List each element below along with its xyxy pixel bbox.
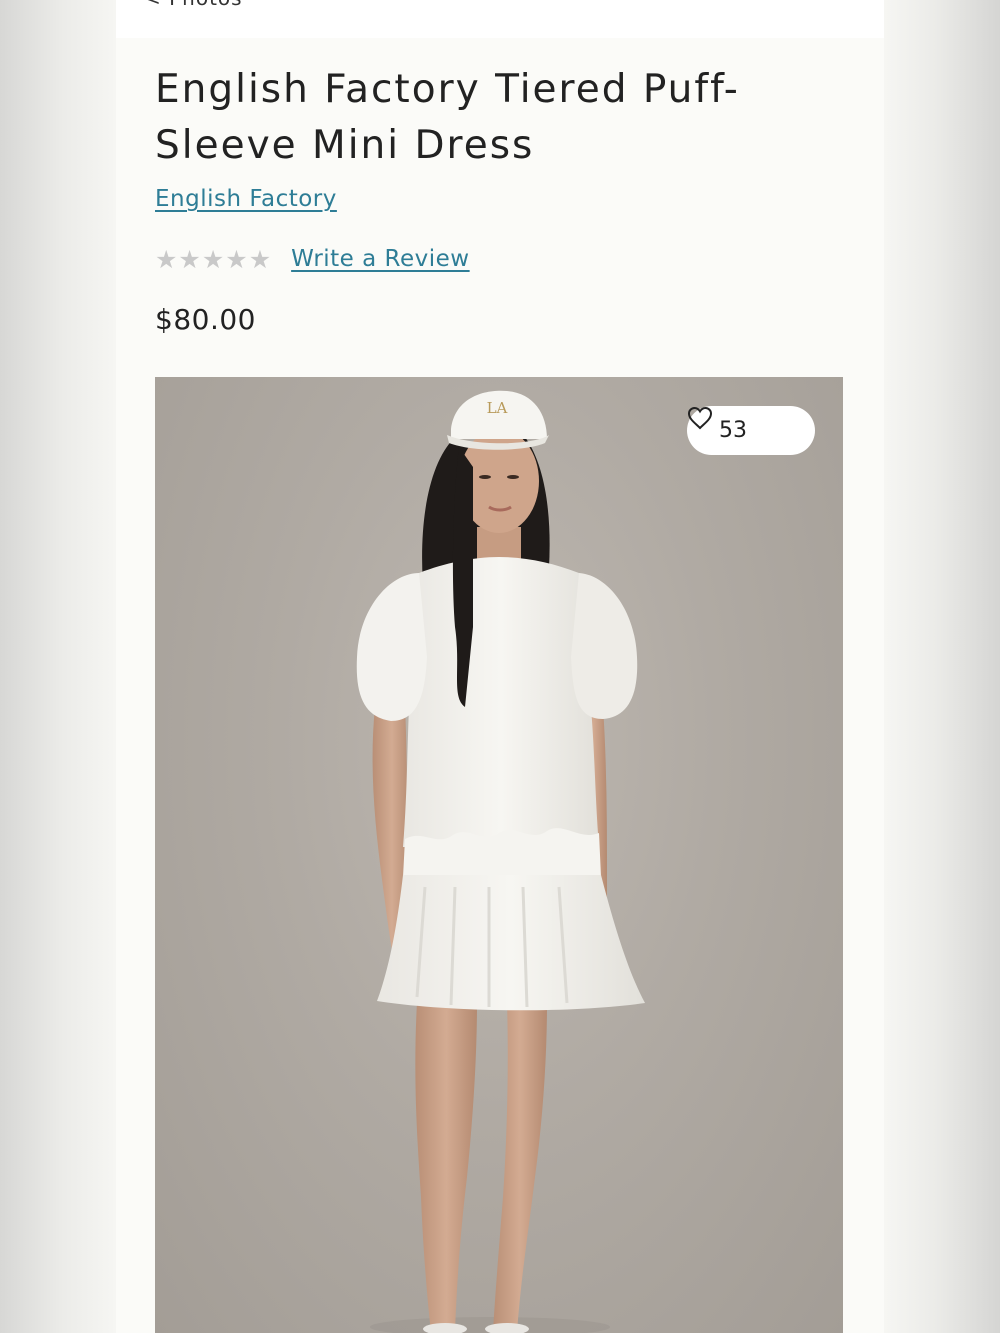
brand-link[interactable]: English Factory xyxy=(155,186,337,212)
rating-stars: ★ ★ ★ ★ ★ xyxy=(155,247,271,272)
star-icon: ★ xyxy=(178,244,201,274)
star-icon: ★ xyxy=(201,244,225,274)
product-price: $80.00 xyxy=(155,303,256,336)
cap-logo: LA xyxy=(487,399,508,417)
top-nav-strip: < Photos xyxy=(116,0,884,38)
heart-icon xyxy=(687,406,783,443)
product-title: English Factory Tiered Puff-Sleeve Mini … xyxy=(155,67,740,168)
favorite-count: 53 xyxy=(719,418,747,443)
background-blur-right xyxy=(884,0,1000,1333)
background-blur-left xyxy=(0,0,116,1333)
star-icon: ★ xyxy=(248,244,272,274)
product-card: < Photos English Factory Tiered Puff-Sle… xyxy=(116,0,884,1333)
write-review-link[interactable]: Write a Review xyxy=(291,246,470,272)
rating-row: ★ ★ ★ ★ ★ Write a Review xyxy=(155,242,470,276)
star-icon: ★ xyxy=(225,244,248,274)
star-icon: ★ xyxy=(155,244,178,274)
model-illustration: LA xyxy=(356,390,645,1333)
product-photo[interactable]: LA 53 xyxy=(155,377,843,1333)
favorite-button[interactable]: 53 xyxy=(687,406,815,455)
back-to-photos-link[interactable]: < Photos xyxy=(144,0,243,10)
